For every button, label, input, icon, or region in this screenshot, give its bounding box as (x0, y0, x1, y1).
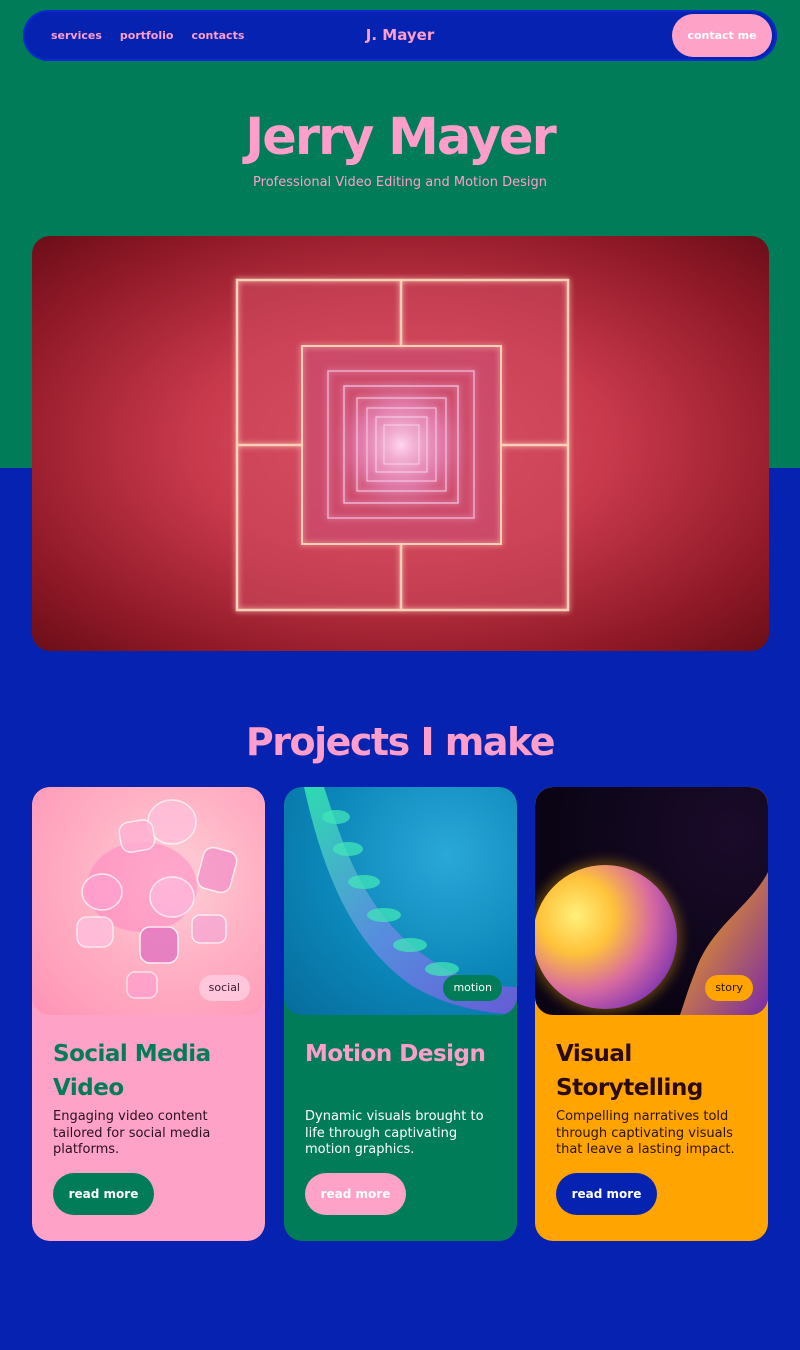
tag-motion: motion (443, 975, 502, 1001)
nav-link-contacts[interactable]: contacts (191, 29, 244, 42)
card-title: Social Media Video (53, 1041, 211, 1101)
hero-video-image (32, 236, 769, 651)
top-navigation: services portfolio contacts J. Mayer con… (23, 10, 777, 61)
contact-me-button[interactable]: contact me (672, 14, 772, 57)
card-title: Visual Storytelling (556, 1041, 703, 1101)
card-description: Dynamic visuals brought to life through … (305, 1109, 484, 1157)
nav-link-portfolio[interactable]: portfolio (120, 29, 174, 42)
nav-link-services[interactable]: services (51, 29, 102, 42)
tag-social: social (198, 975, 250, 1001)
project-card-story: story Visual Storytelling Compelling nar… (535, 787, 768, 1241)
card-description: Engaging video content tailored for soci… (53, 1109, 211, 1157)
tag-story: story (705, 975, 753, 1001)
card-title: Motion Design (305, 1041, 486, 1067)
project-card-social: social Social Media Video Engaging video… (32, 787, 265, 1241)
project-card-motion: motion Motion Design Dynamic visuals bro… (284, 787, 517, 1241)
card-description: Compelling narratives told through capti… (556, 1109, 735, 1157)
projects-title: Projects I make (245, 720, 556, 764)
nav-links: services portfolio contacts (51, 10, 244, 61)
read-more-button[interactable]: read more (305, 1173, 406, 1215)
read-more-button[interactable]: read more (556, 1173, 657, 1215)
hero-title: Jerry Mayer (245, 108, 556, 167)
hero-subtitle: Professional Video Editing and Motion De… (253, 175, 547, 190)
read-more-button[interactable]: read more (53, 1173, 154, 1215)
